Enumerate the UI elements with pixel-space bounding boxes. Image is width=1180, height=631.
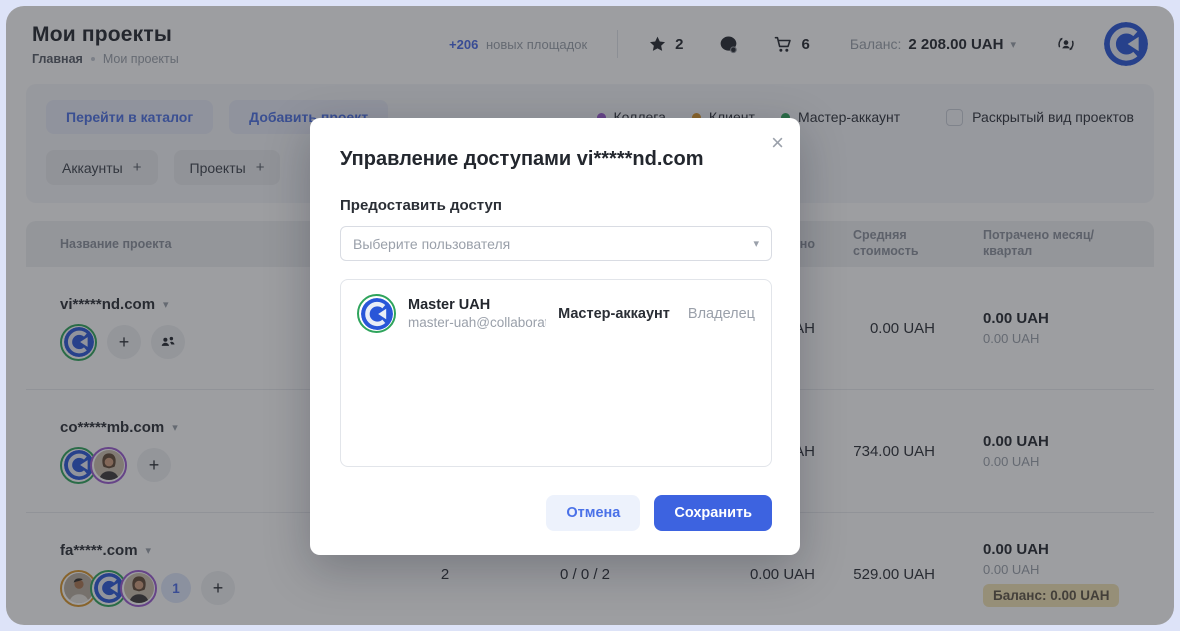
grant-access-label: Предоставить доступ <box>340 197 502 214</box>
user-identity: Master UAH master-uah@collaborat... <box>408 297 546 330</box>
user-email: master-uah@collaborat... <box>408 315 547 330</box>
user-permission: Владелец <box>687 305 755 322</box>
modal-footer: Отмена Сохранить <box>340 495 772 531</box>
user-name: Master UAH <box>408 297 491 313</box>
close-icon[interactable]: × <box>771 132 784 154</box>
access-user-list: Master UAH master-uah@collaborat... Маст… <box>340 279 772 467</box>
user-role: Мастер-аккаунт <box>558 305 670 322</box>
user-list-item: Master UAH master-uah@collaborat... Маст… <box>357 294 755 333</box>
cancel-button[interactable]: Отмена <box>546 495 641 531</box>
user-select[interactable]: Выберите пользователя ▾ <box>340 226 772 261</box>
user-avatar <box>357 294 396 333</box>
chevron-down-icon: ▾ <box>753 238 759 250</box>
save-button[interactable]: Сохранить <box>654 495 772 531</box>
collaborator-logo-icon <box>360 297 393 330</box>
access-management-modal: × Управление доступами vi*****nd.com Пре… <box>310 118 800 555</box>
app-window: Мои проекты Главная Мои проекты +206 нов… <box>6 6 1174 625</box>
user-select-placeholder: Выберите пользователя <box>353 235 511 252</box>
modal-title: Управление доступами vi*****nd.com <box>340 148 704 170</box>
